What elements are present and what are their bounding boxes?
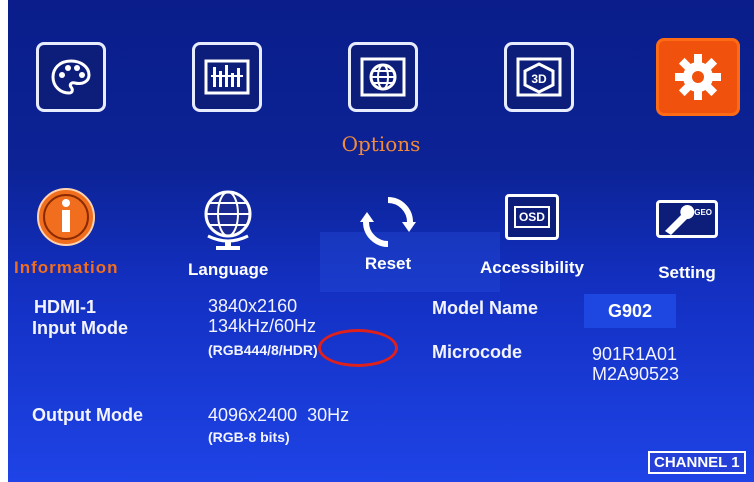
sub-menu-setting[interactable]: GEO Setting [656, 200, 718, 283]
reset-icon [360, 197, 416, 247]
osd-icon-label: OSD [513, 206, 550, 228]
sub-menu-language-label: Language [188, 260, 269, 279]
hdr-highlight-circle [318, 329, 398, 367]
model-name-value: G902 [584, 294, 676, 328]
menu-title: Options [341, 132, 421, 156]
setting-tool-icon: GEO [656, 200, 718, 238]
wrench-icon [665, 205, 695, 235]
info-icon [37, 188, 96, 246]
top-menu-3d[interactable]: 3D [504, 42, 574, 112]
input-frequency: 134kHz/60Hz [208, 316, 317, 336]
input-format: (RGB444/8/HDR) [208, 342, 318, 358]
microcode-line-1: 901R1A01 [592, 344, 678, 364]
globe-icon [204, 190, 252, 250]
sub-menu-setting-label: Setting [658, 263, 716, 282]
input-resolution: 3840x2160 [208, 296, 298, 316]
top-menu-options[interactable] [656, 38, 740, 116]
channel-indicator: CHANNEL 1 [648, 451, 746, 474]
source-label: HDMI-1 [34, 297, 96, 317]
sub-menu-reset-label: Reset [364, 254, 412, 273]
output-format: (RGB-8 bits) [208, 429, 290, 445]
sub-menu-accessibility-label: Accessibility [480, 258, 584, 277]
setting-icon-label: GEO [694, 208, 712, 217]
top-menu-picture[interactable] [36, 42, 106, 112]
model-name-label: Model Name [432, 298, 539, 318]
sub-menu-accessibility[interactable]: OSD Accessibility [480, 194, 584, 278]
sub-menu-reset[interactable]: Reset [358, 192, 418, 274]
globe-grid-icon [360, 57, 406, 97]
sub-menu-information-label: Information [14, 258, 119, 277]
equalizer-icon [204, 59, 250, 95]
svg-text:3D: 3D [531, 72, 547, 86]
sub-menu-information[interactable]: Information [14, 186, 119, 278]
sub-menu-language[interactable]: Language [188, 188, 268, 280]
osd-icon: OSD [504, 194, 559, 240]
output-resolution: 4096x2400 30Hz [208, 405, 350, 425]
3d-icon: 3D [516, 57, 562, 97]
top-menu-network[interactable] [348, 42, 418, 112]
microcode-line-2: M2A90523 [592, 364, 680, 384]
palette-icon [51, 59, 91, 95]
gear-icon [675, 54, 721, 100]
microcode-label: Microcode [432, 342, 523, 362]
top-menu-sound[interactable] [192, 42, 262, 112]
osd-screen: 3D Options Information Language Reset OS… [8, 0, 754, 482]
input-mode-label: Input Mode [32, 318, 128, 338]
output-mode-label: Output Mode [32, 405, 143, 425]
